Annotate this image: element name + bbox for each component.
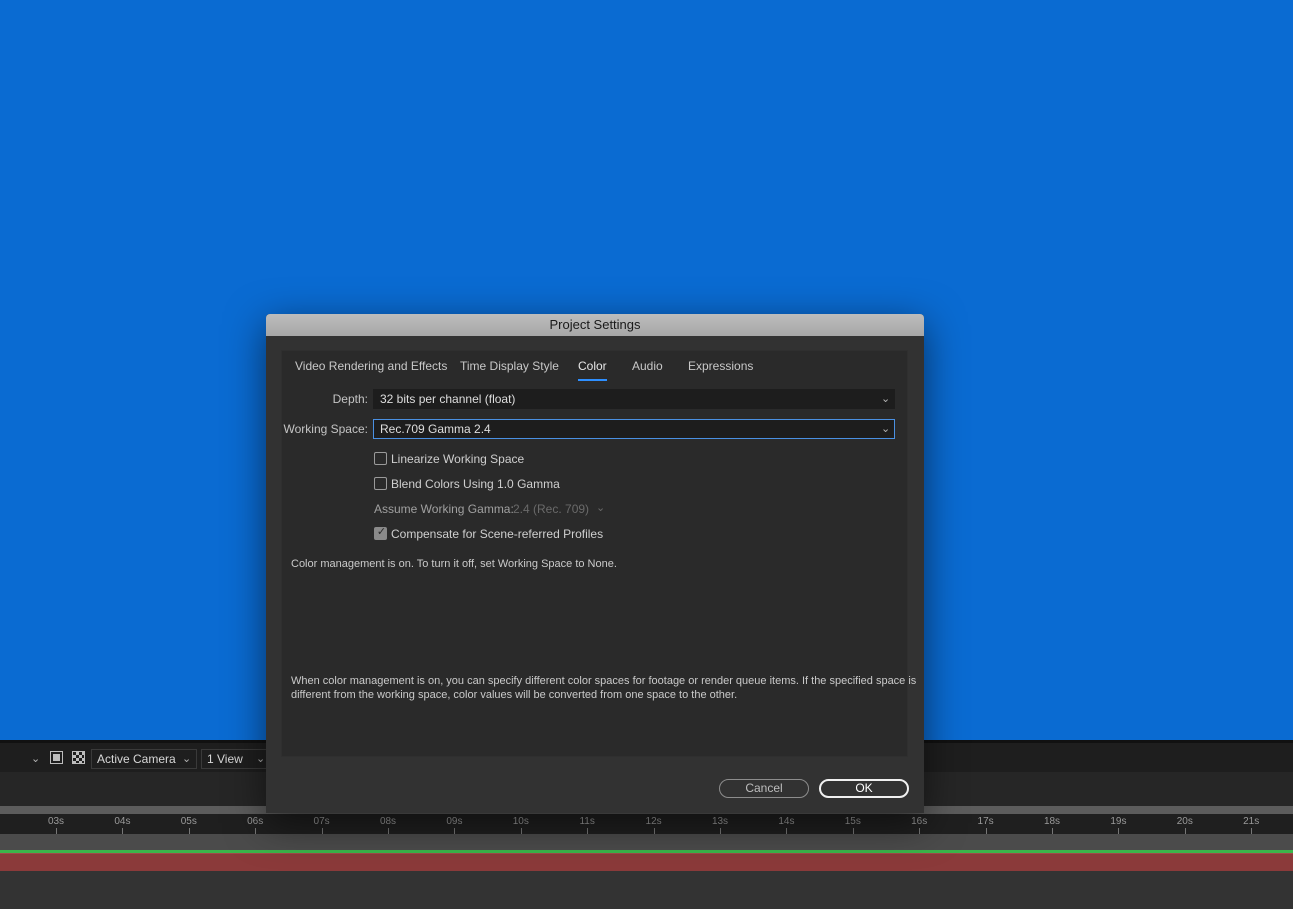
ruler-tick-label: 18s (1037, 814, 1067, 834)
chevron-down-icon: ⌄ (596, 502, 606, 514)
working-space-label: Working Space: (283, 422, 369, 436)
assume-gamma-label: Assume Working Gamma: (374, 502, 514, 516)
ruler-tick-label: 11s (572, 814, 602, 834)
ruler-tick-label: 15s (838, 814, 868, 834)
tab-time-display-style[interactable]: Time Display Style (460, 359, 559, 373)
transparency-grid-icon[interactable] (72, 751, 85, 764)
ruler-tick-label: 17s (971, 814, 1001, 834)
ruler-tick-label: 12s (639, 814, 669, 834)
assume-gamma-value: 2.4 (Rec. 709) (513, 502, 590, 516)
views-select[interactable]: 1 View ⌄ (201, 749, 271, 769)
camera-select[interactable]: Active Camera ⌄ (91, 749, 197, 769)
checkbox-box[interactable] (374, 452, 387, 465)
blend-colors-label: Blend Colors Using 1.0 Gamma (391, 477, 560, 491)
compensate-label: Compensate for Scene-referred Profiles (391, 527, 604, 541)
color-management-status: Color management is on. To turn it off, … (291, 558, 617, 570)
checkbox-box[interactable]: ✓ (374, 526, 387, 540)
region-of-interest-icon[interactable] (50, 751, 63, 764)
help-text-line1: When color management is on, you can spe… (291, 675, 917, 687)
camera-select-value: Active Camera (97, 752, 176, 766)
time-ruler[interactable]: 03s 04s 05s 06s 07s 08s 09s 10s 11s 12s 13s 14s 15s 1… (0, 814, 1293, 834)
ruler-tick-label: 03s (41, 814, 71, 834)
cancel-button[interactable]: Cancel (719, 779, 809, 798)
dialog-title: Project Settings (266, 314, 924, 336)
settings-panel: Video Rendering and Effects Time Display… (281, 350, 916, 757)
ruler-tick-label: 19s (1103, 814, 1133, 834)
tab-color[interactable]: Color (578, 359, 607, 381)
ruler-tick-label: 09s (439, 814, 469, 834)
ruler-tick-label: 13s (705, 814, 735, 834)
tab-video-rendering[interactable]: Video Rendering and Effects (295, 359, 447, 373)
depth-select[interactable]: 32 bits per channel (float) ⌄ (373, 389, 895, 409)
ruler-tick-label: 04s (107, 814, 137, 834)
working-space-select[interactable]: Rec.709 Gamma 2.4 ⌄ (373, 419, 895, 439)
ruler-tick-label: 05s (174, 814, 204, 834)
chevron-down-icon: ⌄ (881, 423, 891, 435)
depth-value: 32 bits per channel (float) (380, 392, 516, 406)
timeline-empty-area (0, 871, 1293, 909)
ruler-tick-label: 20s (1170, 814, 1200, 834)
chevron-down-icon: ⌄ (182, 753, 192, 765)
ruler-tick-label: 21s (1236, 814, 1266, 834)
project-settings-dialog: Project Settings Video Rendering and Eff… (266, 314, 924, 813)
chevron-down-icon: ⌄ (881, 393, 891, 405)
help-text-line2: different from the working space, color … (291, 689, 738, 701)
magnification-dropdown[interactable]: ⌄ (0, 750, 44, 768)
linearize-label: Linearize Working Space (391, 452, 525, 466)
ok-button[interactable]: OK (819, 779, 909, 798)
timeline-track (0, 834, 1293, 850)
layer-bar[interactable] (0, 853, 1293, 871)
checkmark-icon: ✓ (376, 526, 387, 538)
ruler-tick-label: 14s (771, 814, 801, 834)
tab-expressions[interactable]: Expressions (688, 359, 753, 373)
ruler-tick-label: 08s (373, 814, 403, 834)
checkbox-box[interactable] (374, 477, 387, 490)
ruler-tick-label: 16s (904, 814, 934, 834)
chevron-down-icon: ⌄ (256, 753, 266, 765)
ruler-tick-label: 10s (506, 814, 536, 834)
ruler-tick-label: 06s (240, 814, 270, 834)
views-select-value: 1 View (207, 752, 243, 766)
depth-label: Depth: (332, 392, 368, 406)
ruler-tick-label: 07s (307, 814, 337, 834)
chevron-down-icon: ⌄ (31, 753, 41, 765)
tab-audio[interactable]: Audio (632, 359, 663, 373)
working-space-value: Rec.709 Gamma 2.4 (380, 422, 491, 436)
